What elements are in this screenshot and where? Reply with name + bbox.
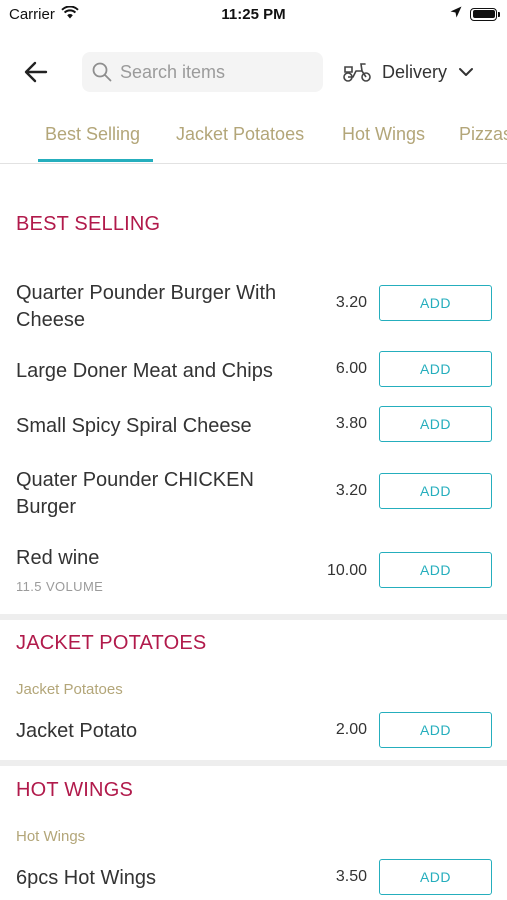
item-price: 2.00 — [335, 721, 367, 738]
category-tabs: Best Selling Jacket Potatoes Hot Wings P… — [0, 112, 507, 164]
delivery-label: Delivery — [382, 61, 448, 82]
section-title-hot-wings: HOT WINGS — [16, 779, 133, 801]
add-button[interactable]: ADD — [379, 351, 492, 387]
item-name: 6pcs Hot Wings — [16, 867, 157, 889]
add-button[interactable]: ADD — [379, 712, 492, 748]
section-title-best-selling: BEST SELLING — [16, 213, 161, 235]
status-right — [450, 5, 500, 23]
search-input[interactable] — [120, 61, 310, 83]
section-divider — [0, 614, 507, 620]
battery-icon — [470, 7, 500, 21]
item-name: Quarter Pounder Burger With Cheese — [16, 282, 277, 331]
section-title-jacket-potatoes: JACKET POTATOES — [16, 632, 207, 654]
back-arrow-icon — [24, 61, 48, 83]
search-box[interactable] — [82, 52, 323, 92]
add-button[interactable]: ADD — [379, 285, 492, 321]
search-icon — [92, 62, 112, 82]
item-price: 10.00 — [326, 562, 367, 579]
item-name: Quater Pounder CHICKEN Burger — [16, 469, 254, 518]
scooter-icon — [343, 63, 371, 82]
tab-hot-wings[interactable]: Hot Wings — [342, 124, 425, 145]
delivery-selector[interactable]: Delivery — [342, 56, 475, 88]
item-price: 3.80 — [335, 415, 367, 432]
add-button[interactable]: ADD — [379, 552, 492, 588]
active-tab-indicator — [38, 159, 153, 162]
header-bar: Delivery — [0, 50, 507, 94]
add-button[interactable]: ADD — [379, 859, 492, 895]
tab-pizzas[interactable]: Pizzas — [459, 124, 507, 145]
item-price: 6.00 — [335, 360, 367, 377]
item-detail: 11.5 VOLUME — [16, 579, 104, 594]
status-bar: Carrier 11:25 PM — [0, 0, 507, 28]
item-name: Large Doner Meat and Chips — [16, 360, 273, 382]
item-price: 3.20 — [335, 482, 367, 499]
add-button[interactable]: ADD — [379, 406, 492, 442]
chevron-down-icon — [459, 68, 474, 76]
location-arrow-icon — [450, 5, 462, 23]
tab-best-selling[interactable]: Best Selling — [45, 124, 140, 145]
add-button[interactable]: ADD — [379, 473, 492, 509]
section-subtitle: Hot Wings — [16, 828, 86, 845]
item-name: Small Spicy Spiral Cheese — [16, 415, 252, 437]
section-subtitle: Jacket Potatoes — [16, 681, 123, 698]
back-button[interactable] — [22, 58, 50, 86]
section-divider — [0, 760, 507, 766]
item-price: 3.20 — [335, 294, 367, 311]
tab-jacket-potatoes[interactable]: Jacket Potatoes — [176, 124, 304, 145]
item-name: Red wine — [16, 547, 100, 569]
item-price: 3.50 — [335, 868, 367, 885]
status-time: 11:25 PM — [221, 6, 286, 23]
item-name: Jacket Potato — [16, 720, 138, 742]
